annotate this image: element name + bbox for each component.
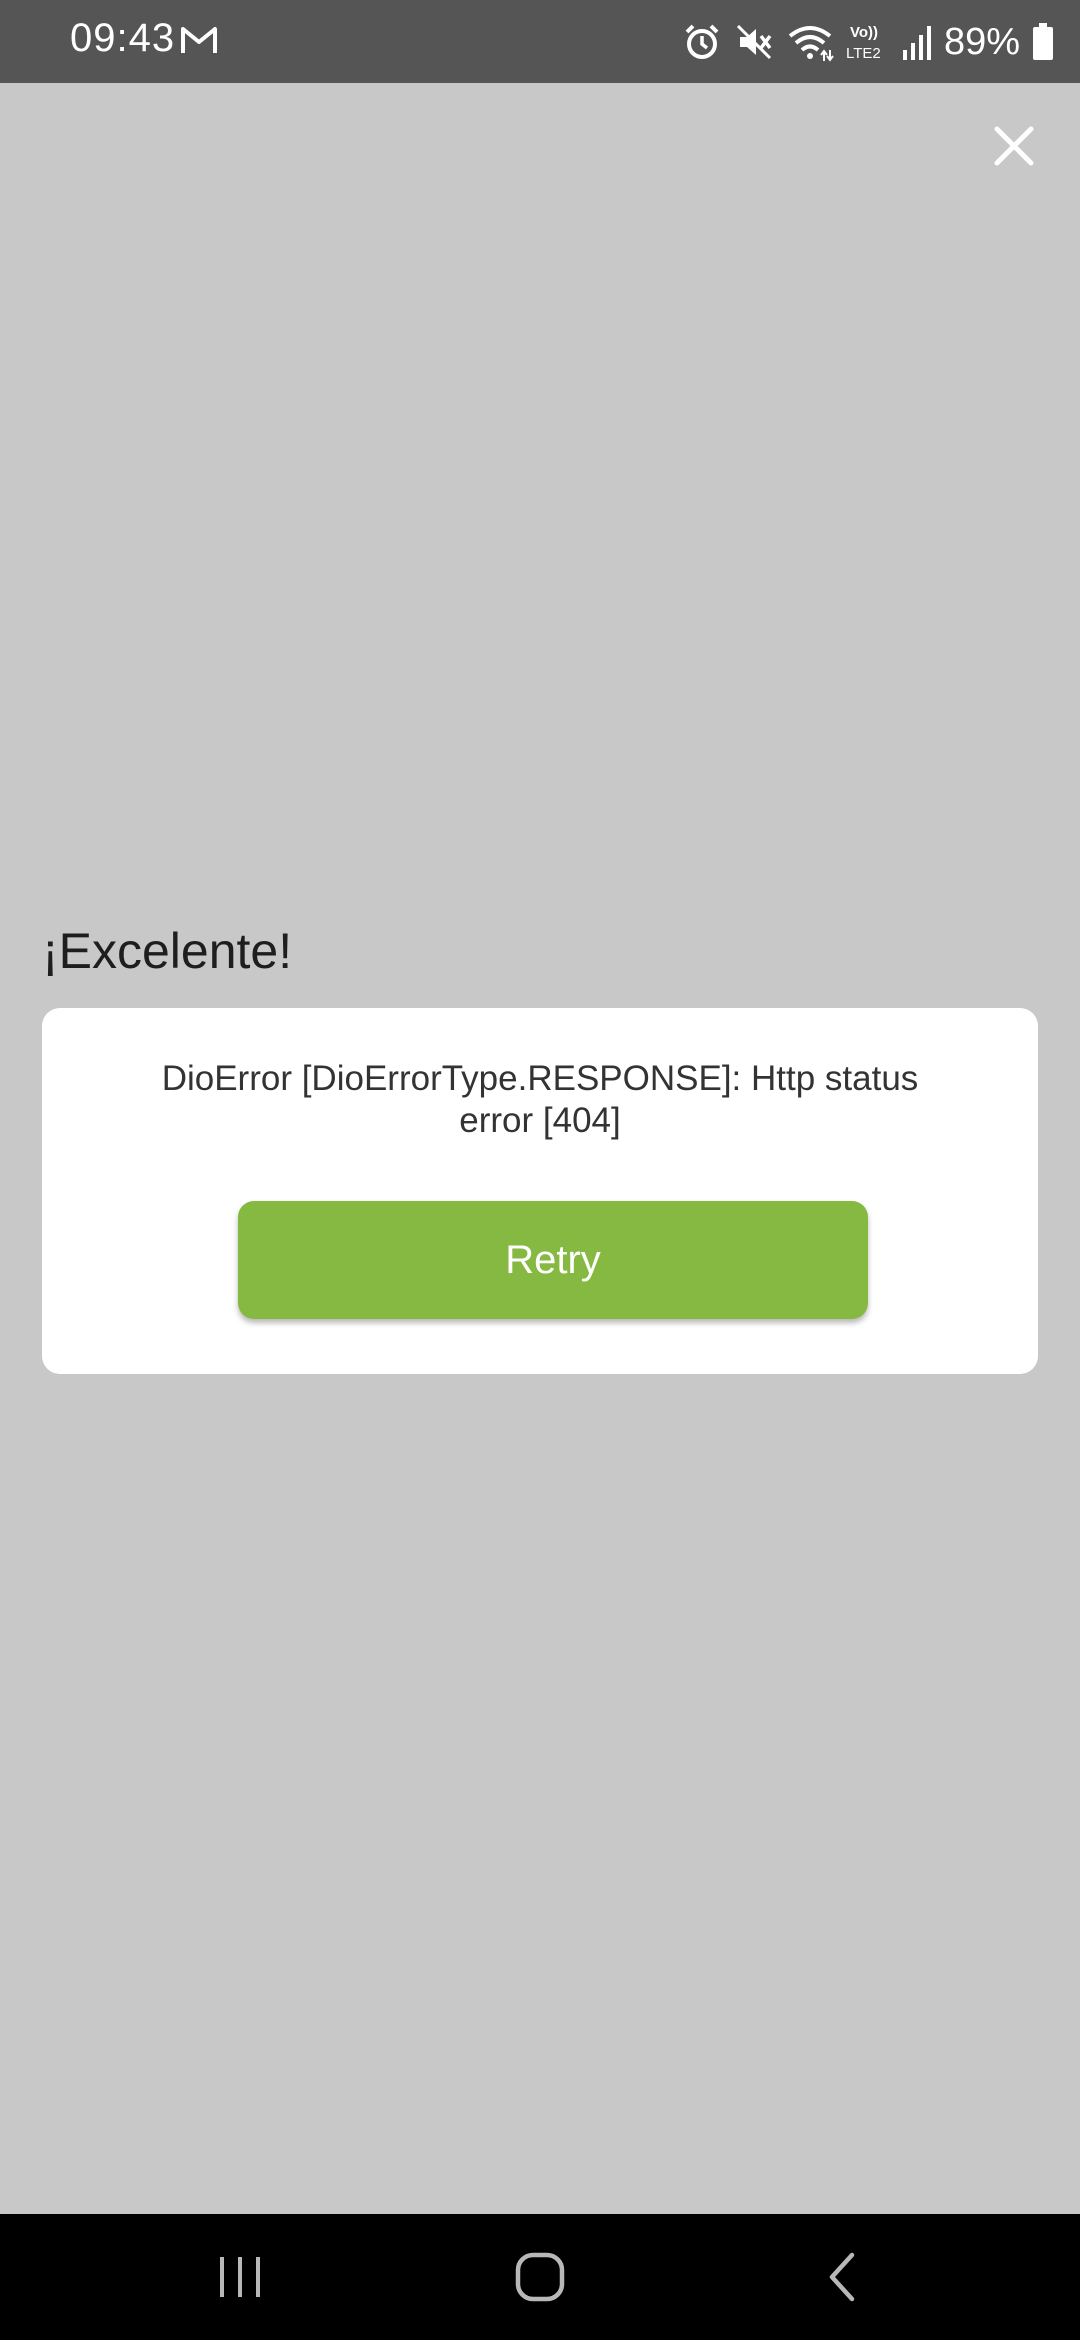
alarm-icon [682, 22, 722, 62]
close-icon [994, 126, 1034, 166]
signal-icon [902, 22, 932, 62]
error-message: DioError [DioErrorType.RESPONSE]: Http s… [161, 1059, 919, 1140]
status-time: 09:43 [70, 16, 176, 60]
back-button[interactable] [762, 2214, 922, 2340]
screen: 09:43 Vo)) LTE2 89% ¡Excelente! DioError… [0, 0, 1080, 2340]
recents-button[interactable] [160, 2214, 320, 2340]
retry-button[interactable]: Retry [238, 1201, 868, 1319]
status-icons: Vo)) LTE2 89% [682, 18, 1054, 66]
dialog-title: ¡Excelente! [42, 923, 293, 979]
gmail-icon [180, 24, 218, 56]
wifi-icon [786, 22, 834, 62]
home-icon [515, 2252, 565, 2302]
mute-icon [734, 22, 774, 62]
svg-text:Vo)): Vo)) [850, 24, 878, 41]
close-button[interactable] [978, 110, 1050, 182]
status-bar: 09:43 Vo)) LTE2 89% [0, 0, 1080, 83]
error-card: DioError [DioErrorType.RESPONSE]: Http s… [42, 1008, 1038, 1374]
home-button[interactable] [460, 2214, 620, 2340]
battery-icon [1032, 23, 1054, 61]
volte-lte2-icon: Vo)) LTE2 [846, 22, 890, 62]
battery-percent: 89% [943, 20, 1020, 63]
back-icon [829, 2252, 855, 2302]
nav-bar [0, 2214, 1080, 2340]
svg-text:LTE2: LTE2 [846, 45, 881, 62]
recents-icon [220, 2257, 260, 2297]
